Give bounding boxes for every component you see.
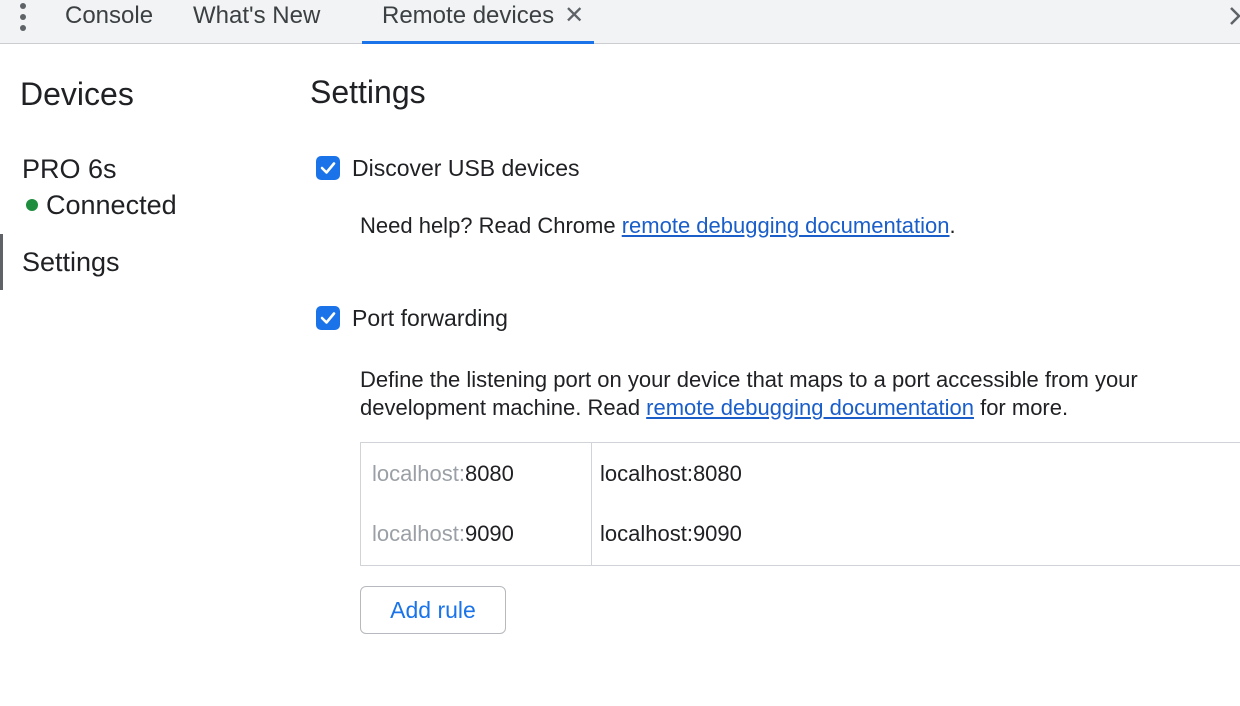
tab-label: Console [65,2,154,29]
port-forwarding-description: Define the listening port on your device… [360,366,1230,422]
help-text-suffix: . [949,213,956,238]
more-options-icon[interactable] [16,3,30,31]
local-address-cell[interactable]: localhost:9090 [600,504,742,564]
device-status: Connected [26,190,177,221]
remote-debugging-doc-link[interactable]: remote debugging documentation [646,395,974,420]
discover-usb-checkbox[interactable] [316,156,340,180]
tab-whats-new[interactable]: What's New [193,0,320,43]
tab-remote-devices[interactable]: Remote devices ✕ [362,0,594,44]
sidebar: Devices PRO 6s Connected Settings [0,44,290,706]
chevron-right-icon[interactable] [1228,2,1240,35]
add-rule-button[interactable]: Add rule [360,586,506,634]
remote-debugging-doc-link[interactable]: remote debugging documentation [622,213,950,238]
sidebar-item-settings[interactable]: Settings [0,234,270,290]
description-suffix: for more. [973,395,1069,420]
help-text-prefix: Need help? Read Chrome [360,213,622,238]
device-port-cell[interactable]: localhost:8080 [372,444,514,504]
device-port-cell[interactable]: localhost:9090 [372,504,514,564]
sidebar-title: Devices [20,76,134,112]
local-address-cell[interactable]: localhost:8080 [600,444,742,504]
table-row[interactable]: localhost:8080 localhost:8080 [361,444,1240,504]
port-value: 9090 [464,521,514,546]
connected-dot-icon [26,199,38,211]
status-label: Connected [46,190,177,220]
device-name[interactable]: PRO 6s [22,154,117,185]
page-title: Settings [310,74,426,110]
discover-usb-label: Discover USB devices [352,155,580,181]
usb-discovery-row: Discover USB devices [316,154,580,182]
port-forwarding-row: Port forwarding [316,304,508,332]
port-prefix: localhost: [372,461,465,486]
tab-label: Remote devices [382,2,555,29]
port-prefix: localhost: [372,521,465,546]
table-row[interactable]: localhost:9090 localhost:9090 [361,504,1240,564]
port-forwarding-table: localhost:8080 localhost:8080 localhost:… [360,442,1240,566]
tab-bar: Console What's New Remote devices ✕ [0,0,1240,44]
port-forwarding-checkbox[interactable] [316,306,340,330]
close-icon[interactable]: ✕ [564,0,584,32]
port-forwarding-label: Port forwarding [352,305,508,331]
tab-label: What's New [193,2,321,29]
usb-help-text: Need help? Read Chrome remote debugging … [360,212,956,240]
port-value: 8080 [464,461,514,486]
tab-console[interactable]: Console [65,0,153,43]
sidebar-item-label: Settings [22,247,120,277]
